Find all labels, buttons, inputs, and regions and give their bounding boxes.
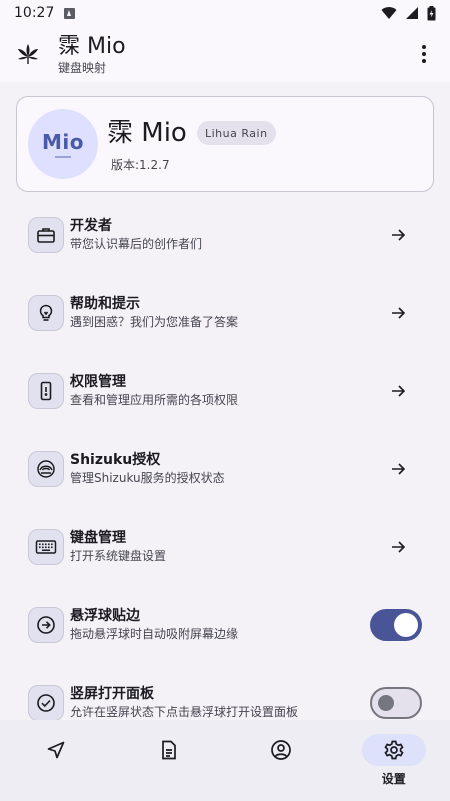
lightbulb-icon: [28, 295, 64, 331]
app-titles: 霂 Mio 键盘映射: [58, 33, 126, 75]
document-icon: [137, 734, 201, 766]
status-bar: 10:27: [0, 0, 450, 26]
settings-item-label: 竖屏打开面板: [70, 686, 154, 702]
arrow-right-icon: [390, 461, 406, 477]
more-options-icon[interactable]: [412, 42, 436, 66]
send-icon: [24, 734, 88, 766]
app-avatar: Mio: [28, 109, 98, 179]
bottom-navigation: 设置: [0, 720, 450, 801]
settings-item-text: 帮助和提示 遇到困惑？我们为您准备了答案: [70, 295, 238, 331]
settings-item-desc: 打开系统键盘设置: [70, 549, 167, 563]
settings-item-keyboard[interactable]: 键盘管理 打开系统键盘设置: [0, 508, 450, 586]
nav-label: 设置: [381, 772, 406, 786]
phone-icon: [28, 373, 64, 409]
settings-item-desc: 管理Shizuku服务的授权状态: [70, 471, 225, 485]
settings-item-developer[interactable]: 开发者 带您认识幕后的创作者们: [0, 196, 450, 274]
settings-content[interactable]: Mio 霂 Mio Lihua Rain 版本:1.2.7 开发者 带您认识幕后…: [0, 82, 450, 720]
settings-item-desc: 遇到困惑？我们为您准备了答案: [70, 315, 239, 329]
settings-item-desc: 带您认识幕后的创作者们: [70, 237, 203, 251]
arrow-right-icon: [390, 305, 406, 321]
status-icons: [381, 5, 436, 21]
briefcase-icon: [28, 217, 64, 253]
settings-item-desc: 查看和管理应用所需的各项权限: [70, 393, 239, 407]
settings-item-permissions[interactable]: 权限管理 查看和管理应用所需的各项权限: [0, 352, 450, 430]
settings-item-label: 权限管理: [70, 374, 126, 390]
settings-item-text: 悬浮球贴边 拖动悬浮球时自动吸附屏幕边缘: [70, 607, 238, 643]
avatar-underline: [55, 156, 71, 158]
nav-item-account[interactable]: [225, 720, 337, 770]
edge-snap-toggle[interactable]: [370, 609, 422, 641]
version-text: 版本:1.2.7: [111, 158, 170, 172]
about-card: Mio 霂 Mio Lihua Rain 版本:1.2.7: [16, 96, 434, 192]
app-bar: 霂 Mio 键盘映射: [0, 26, 450, 82]
shizuku-icon: [28, 451, 64, 487]
settings-item-label: Shizuku授权: [70, 452, 161, 468]
settings-item-edge-snap[interactable]: 悬浮球贴边 拖动悬浮球时自动吸附屏幕边缘: [0, 586, 450, 664]
settings-item-label: 开发者: [70, 218, 112, 234]
arrow-right-icon: [390, 539, 406, 555]
settings-item-text: 权限管理 查看和管理应用所需的各项权限: [70, 373, 238, 409]
keyboard-icon: [28, 529, 64, 565]
avatar-text: Mio: [42, 130, 84, 154]
account-icon: [249, 734, 313, 766]
portrait-panel-toggle[interactable]: [370, 687, 422, 719]
settings-item-help[interactable]: 帮助和提示 遇到困惑？我们为您准备了答案: [0, 274, 450, 352]
gear-icon: [361, 734, 426, 766]
settings-item-text: 竖屏打开面板 允许在竖屏状态下点击悬浮球打开设置面板: [70, 685, 298, 720]
settings-list: 开发者 带您认识幕后的创作者们 帮助和提示 遇到困惑？我们为您准备了答案 权限管…: [0, 196, 450, 720]
settings-item-text: 键盘管理 打开系统键盘设置: [70, 529, 166, 565]
app-title: 霂 Mio: [58, 34, 126, 59]
nav-item-settings[interactable]: 设置: [338, 720, 450, 787]
author-chip: Lihua Rain: [197, 121, 276, 145]
settings-item-desc: 允许在竖屏状态下点击悬浮球打开设置面板: [70, 705, 299, 719]
check-circle-icon: [28, 685, 64, 720]
settings-item-desc: 拖动悬浮球时自动吸附屏幕边缘: [70, 627, 239, 641]
settings-item-shizuku[interactable]: Shizuku授权 管理Shizuku服务的授权状态: [0, 430, 450, 508]
settings-item-label: 悬浮球贴边: [70, 608, 140, 624]
arrow-right-icon: [390, 227, 406, 243]
settings-item-text: Shizuku授权 管理Shizuku服务的授权状态: [70, 451, 225, 487]
app-logo-icon: [14, 40, 42, 68]
battery-icon: [427, 5, 436, 20]
nav-item-document[interactable]: [113, 720, 225, 770]
app-subtitle: 键盘映射: [58, 61, 107, 75]
toggle-knob: [394, 613, 418, 637]
notification-icon: [64, 7, 76, 19]
settings-item-portrait-panel[interactable]: 竖屏打开面板 允许在竖屏状态下点击悬浮球打开设置面板: [0, 664, 450, 720]
wifi-icon: [381, 7, 397, 20]
arrow-right-icon: [390, 383, 406, 399]
about-app-name: 霂 Mio: [107, 118, 187, 148]
nav-item-send[interactable]: [0, 720, 112, 770]
status-time: 10:27: [14, 5, 55, 21]
signal-icon: [406, 7, 418, 19]
settings-item-label: 键盘管理: [70, 530, 126, 546]
arrow-circle-icon: [28, 607, 64, 643]
settings-item-text: 开发者 带您认识幕后的创作者们: [70, 217, 202, 253]
settings-item-label: 帮助和提示: [70, 296, 140, 312]
toggle-knob: [378, 695, 394, 711]
